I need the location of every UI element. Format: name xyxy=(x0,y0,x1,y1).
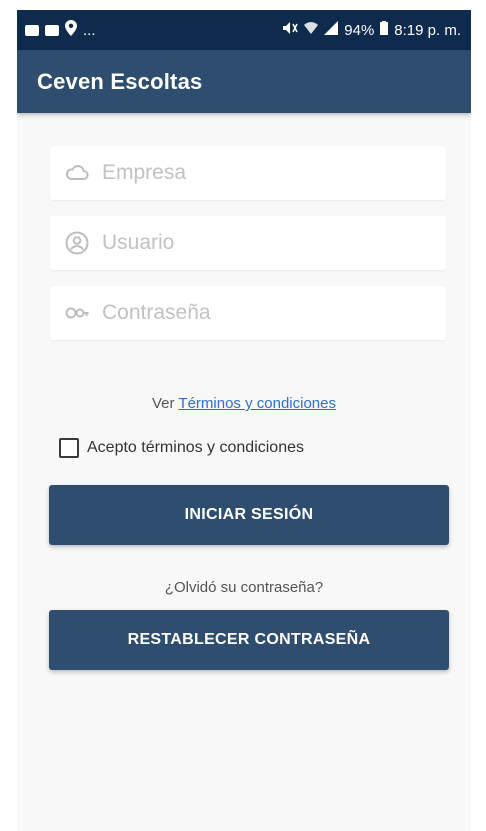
login-button-label: INICIAR SESIÓN xyxy=(184,506,314,523)
app-bar: Ceven Escoltas xyxy=(17,50,471,113)
mute-icon xyxy=(282,21,298,39)
password-field[interactable]: Contraseña xyxy=(50,286,446,340)
reset-password-button-label: RESTABLECER CONTRASEÑA xyxy=(127,631,371,648)
reset-password-button[interactable]: RESTABLECER CONTRASEÑA xyxy=(49,610,449,670)
notification-icon xyxy=(25,24,39,36)
accept-terms-row[interactable]: Acepto términos y condiciones xyxy=(59,438,304,458)
location-icon xyxy=(65,20,77,40)
more-notifications-text: ... xyxy=(83,21,96,39)
user-field[interactable]: Usuario xyxy=(50,216,446,270)
status-bar: ... 94% 8:19 p. m. xyxy=(17,10,471,50)
battery-icon xyxy=(380,21,389,39)
terms-line: Ver Términos y condiciones xyxy=(17,395,471,412)
terms-link[interactable]: Términos y condiciones xyxy=(178,395,336,412)
battery-percent: 94% xyxy=(344,21,375,39)
status-right: 94% 8:19 p. m. xyxy=(282,21,461,39)
accept-terms-label: Acepto términos y condiciones xyxy=(87,439,304,456)
forgot-password-text: ¿Olvidó su contraseña? xyxy=(164,579,324,596)
wifi-icon xyxy=(304,21,319,39)
status-left: ... xyxy=(25,20,96,40)
accept-terms-checkbox[interactable] xyxy=(59,438,79,458)
phone-screen: ... 94% 8:19 p. m. Ceven Escoltas Empres… xyxy=(17,10,471,831)
clock: 8:19 p. m. xyxy=(394,21,461,39)
company-field[interactable]: Empresa xyxy=(50,146,446,200)
app-title: Ceven Escoltas xyxy=(37,68,203,94)
terms-prefix: Ver xyxy=(152,395,179,412)
login-button[interactable]: INICIAR SESIÓN xyxy=(49,485,449,545)
signal-icon xyxy=(324,21,339,39)
image-notification-icon xyxy=(45,24,59,36)
